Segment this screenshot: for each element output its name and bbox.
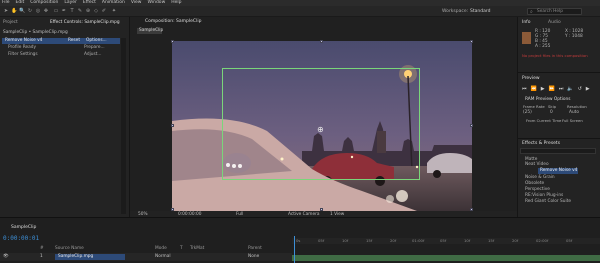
- divider: [518, 72, 600, 73]
- resolution-select[interactable]: Auto: [569, 110, 579, 116]
- transform-handle[interactable]: [470, 124, 473, 127]
- rotate-tool-icon[interactable]: ↻: [27, 8, 33, 14]
- effects-presets-title: Effects & Presets: [522, 141, 561, 146]
- roto-brush-icon[interactable]: ✐: [101, 8, 107, 14]
- tab-audio[interactable]: Audio: [548, 20, 561, 25]
- ruler-tick: 01:00f: [412, 238, 425, 243]
- prev-frame-icon[interactable]: ⏪: [531, 86, 537, 92]
- help-search-placeholder: Search Help: [537, 9, 563, 14]
- property-name: Filter Settings: [8, 52, 38, 57]
- layer-name: SampleClip.mpg: [58, 254, 94, 259]
- first-frame-icon[interactable]: ⏮: [522, 86, 527, 92]
- layer-mode-dropdown[interactable]: Normal: [155, 254, 171, 260]
- frame-rate-select[interactable]: (25): [523, 110, 532, 116]
- ruler-tick: 05f: [440, 238, 447, 243]
- pan-behind-tool-icon[interactable]: ✥: [43, 8, 49, 14]
- text-tool-icon[interactable]: T: [69, 8, 75, 14]
- effects-item-selected[interactable]: Remove Noise v4: [538, 168, 578, 174]
- loop-icon[interactable]: ↺: [578, 86, 582, 92]
- layer-index: 1: [40, 254, 43, 259]
- col-trkmat: TrkMat: [190, 246, 205, 251]
- effects-item-label: Remove Noise v4: [540, 168, 578, 173]
- composition-subtab[interactable]: SampleClip: [137, 28, 163, 34]
- tab-timeline[interactable]: SampleClip: [11, 225, 36, 230]
- title-safe-box: [222, 68, 420, 180]
- timeline-timecode[interactable]: 0:00:00:01: [3, 235, 39, 242]
- transform-handle[interactable]: [171, 40, 174, 43]
- ruler-tick: 10f: [342, 238, 349, 243]
- transform-handle[interactable]: [171, 124, 174, 127]
- layer-name-field[interactable]: SampleClip.mpg: [55, 254, 125, 260]
- ruler-tick: 15f: [488, 238, 495, 243]
- anchor-point-icon[interactable]: ⊕: [317, 126, 324, 134]
- effects-item[interactable]: Red Giant Color Suite: [525, 199, 571, 205]
- audio-icon[interactable]: 🔈: [567, 86, 573, 92]
- ruler-tick: 0s: [296, 238, 301, 243]
- color-swatch: [522, 32, 531, 44]
- panel-scrollbar[interactable]: [121, 38, 126, 214]
- tab-info[interactable]: Info: [522, 20, 531, 25]
- clone-tool-icon[interactable]: ⊕: [85, 8, 91, 14]
- ruler-tick: 05f: [566, 238, 573, 243]
- effects-search-input[interactable]: [520, 148, 596, 154]
- col-t: T: [180, 246, 183, 251]
- info-status: No project files in this composition: [522, 53, 588, 58]
- pen-tool-icon[interactable]: ✒: [61, 8, 67, 14]
- col-mode: Mode: [155, 246, 167, 251]
- col-source-name: Source Name: [55, 246, 84, 251]
- help-search-input[interactable]: ⌕ Search Help: [527, 8, 582, 15]
- layer-duration-bar[interactable]: [292, 255, 600, 261]
- tab-effect-controls[interactable]: Effect Controls: SampleClip.mpg: [50, 19, 120, 26]
- tab-project[interactable]: Project: [3, 19, 18, 26]
- col-number: #: [40, 246, 44, 251]
- eraser-tool-icon[interactable]: ◇: [93, 8, 99, 14]
- next-frame-icon[interactable]: ⏩: [549, 86, 555, 92]
- workspace-dropdown[interactable]: Standard: [470, 9, 490, 14]
- ram-preview-icon[interactable]: ▶: [586, 86, 590, 92]
- hand-tool-icon[interactable]: ✋: [11, 8, 17, 14]
- ruler-tick: 10f: [464, 238, 471, 243]
- effect-options-link[interactable]: Options...: [86, 38, 107, 44]
- effect-reset-link[interactable]: Reset: [68, 38, 80, 44]
- eye-icon[interactable]: 👁: [3, 254, 9, 260]
- camera-tool-icon[interactable]: ◎: [35, 8, 41, 14]
- property-name: Profile Ready: [8, 45, 37, 50]
- parent-dropdown[interactable]: None: [248, 254, 259, 260]
- preview-title: Preview: [522, 76, 540, 81]
- property-row: Filter Settings Adjust...: [0, 52, 120, 58]
- info-a: A : 255: [535, 44, 551, 49]
- prepare-button[interactable]: Prepare...: [84, 45, 105, 51]
- workspace-label: Workspace:: [442, 9, 469, 14]
- skip-select[interactable]: 0: [550, 110, 553, 116]
- ruler-tick: 05f: [318, 238, 325, 243]
- selection-tool-icon[interactable]: ➤: [3, 8, 9, 14]
- brush-tool-icon[interactable]: ✎: [77, 8, 83, 14]
- ruler-tick: 02:00f: [536, 238, 549, 243]
- ruler-tick: 20f: [512, 238, 519, 243]
- divider: [518, 138, 600, 139]
- effect-name: Remove Noise v4: [5, 38, 43, 43]
- full-screen-checkbox[interactable]: Full Screen: [562, 118, 583, 124]
- ruler-tick: 15f: [366, 238, 373, 243]
- property-row: Profile Ready Prepare...: [0, 45, 120, 51]
- transform-handle[interactable]: [320, 40, 323, 43]
- from-current-time-checkbox[interactable]: From Current Time: [526, 118, 561, 124]
- playback-controls: ⏮ ⏪ ▶ ⏩ ⏭ 🔈 ↺ ▶: [522, 86, 590, 92]
- tab-composition[interactable]: Composition: SampleClip: [145, 18, 201, 25]
- ram-options-label[interactable]: RAM Preview Options: [525, 97, 571, 103]
- ruler-tick: 20f: [390, 238, 397, 243]
- col-parent: Parent: [248, 246, 262, 251]
- zoom-tool-icon[interactable]: 🔍: [19, 8, 25, 14]
- puppet-tool-icon[interactable]: ✦: [111, 8, 117, 14]
- layer-breadcrumb: SampleClip • SampleClip.mpg: [3, 30, 68, 35]
- current-time-indicator[interactable]: [294, 236, 295, 263]
- transform-handle[interactable]: [470, 40, 473, 43]
- last-frame-icon[interactable]: ⏭: [559, 86, 564, 92]
- rectangle-tool-icon[interactable]: ▭: [53, 8, 59, 14]
- effect-row-remove-noise[interactable]: Remove Noise v4 Reset Options...: [2, 38, 120, 44]
- search-icon: ⌕: [530, 9, 533, 15]
- adjust-button[interactable]: Adjust...: [84, 52, 102, 58]
- play-icon[interactable]: ▶: [541, 86, 545, 92]
- info-y: Y : 1048: [565, 34, 583, 39]
